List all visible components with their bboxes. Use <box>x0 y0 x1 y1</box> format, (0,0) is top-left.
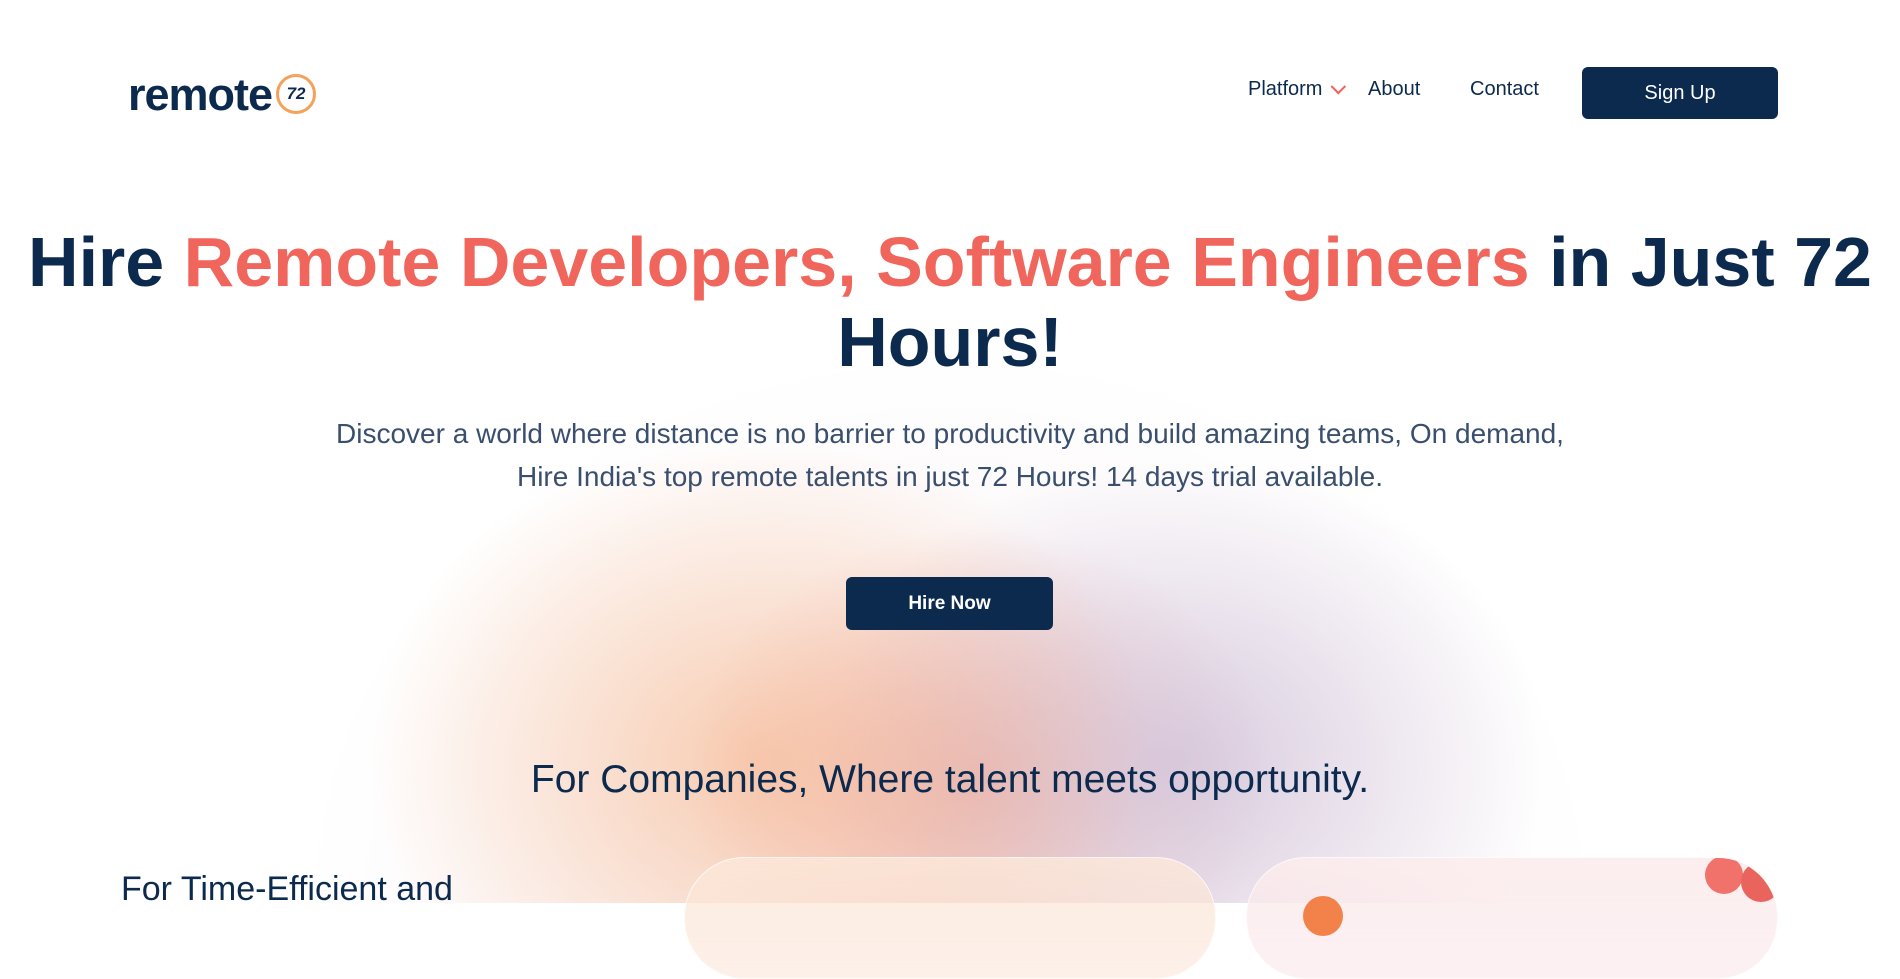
nav-platform-label: Platform <box>1248 78 1323 100</box>
hero-title-part1: Hire <box>28 223 184 301</box>
sign-up-button[interactable]: Sign Up <box>1582 67 1778 119</box>
hero-subtitle: Discover a world where distance is no ba… <box>0 412 1900 498</box>
hero-title: Hire Remote Developers, Software Enginee… <box>0 222 1900 382</box>
time-efficient-heading: For Time-Efficient and <box>121 870 453 908</box>
hero-title-accent: Remote Developers, Software Engineers <box>183 223 1530 301</box>
chevron-down-icon <box>1331 78 1347 95</box>
nav-platform[interactable]: Platform <box>1248 78 1347 101</box>
companies-section-title: For Companies, Where talent meets opport… <box>530 758 1370 801</box>
feature-card <box>1246 857 1778 979</box>
nav-contact[interactable]: Contact <box>1470 78 1539 101</box>
decorative-circle <box>1741 862 1777 902</box>
logo[interactable]: remote 72 <box>128 68 317 120</box>
nav-about[interactable]: About <box>1368 78 1420 101</box>
logo-badge: 72 <box>276 74 317 114</box>
logo-text: remote <box>128 68 273 120</box>
hire-now-button[interactable]: Hire Now <box>846 577 1053 630</box>
decorative-circle <box>1705 858 1743 894</box>
decorative-circle <box>1303 896 1343 936</box>
hero-subtitle-line1: Discover a world where distance is no ba… <box>336 418 1564 449</box>
feature-card <box>684 857 1216 979</box>
hero-subtitle-line2: Hire India's top remote talents in just … <box>516 461 1383 492</box>
